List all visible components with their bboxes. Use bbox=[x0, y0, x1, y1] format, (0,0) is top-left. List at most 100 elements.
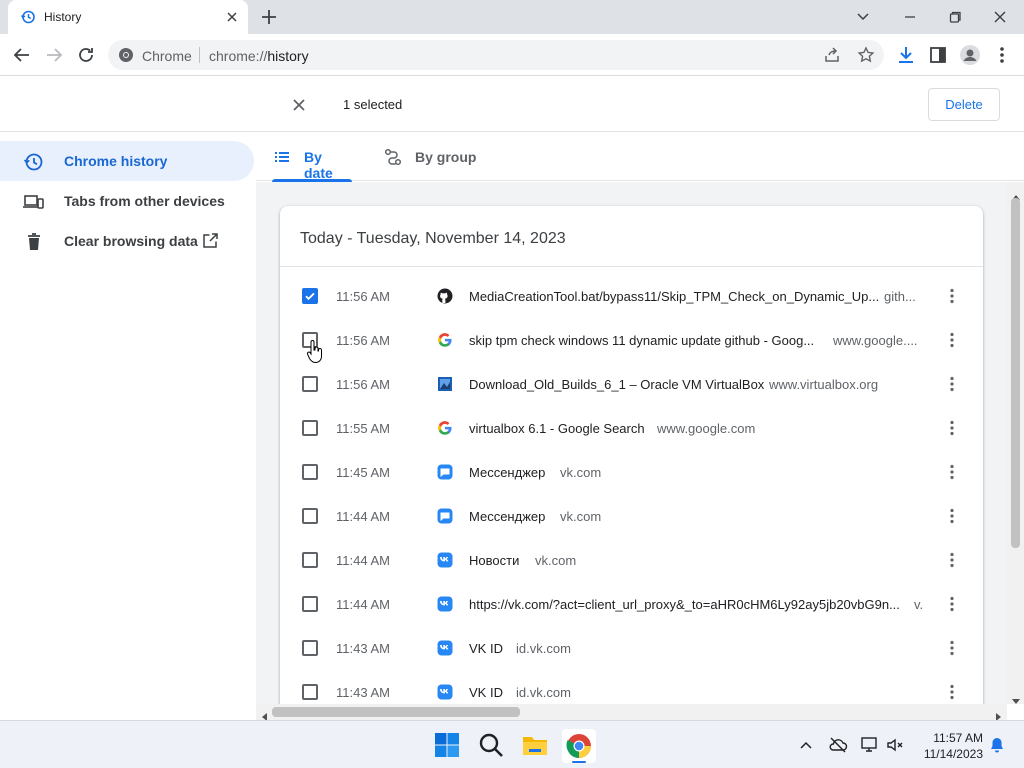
volume-muted-icon[interactable] bbox=[885, 735, 905, 760]
row-checkbox[interactable] bbox=[302, 288, 318, 304]
back-arrow-icon[interactable] bbox=[10, 43, 34, 67]
history-row[interactable]: 11:44 AM https://vk.com/?act=client_url_p… bbox=[280, 583, 983, 627]
page-title-link[interactable]: VK ID bbox=[469, 685, 503, 700]
github-icon bbox=[437, 288, 453, 304]
sidebar-item-tabs-other-devices[interactable]: Tabs from other devices bbox=[0, 181, 254, 221]
page-domain: vk.com bbox=[535, 553, 577, 568]
profile-avatar-icon[interactable] bbox=[958, 43, 982, 67]
vertical-scroll-thumb[interactable] bbox=[1011, 198, 1020, 548]
row-checkbox[interactable] bbox=[302, 684, 318, 700]
row-checkbox[interactable] bbox=[302, 640, 318, 656]
browser-tab-history[interactable]: History bbox=[8, 0, 248, 34]
vertical-scrollbar[interactable] bbox=[1007, 182, 1024, 704]
page-domain: id.vk.com bbox=[516, 685, 571, 700]
windows-start-icon[interactable] bbox=[432, 730, 462, 760]
chrome-taskbar-icon[interactable] bbox=[562, 729, 596, 763]
new-tab-icon[interactable] bbox=[258, 6, 280, 28]
sidebar-item-clear-browsing-data[interactable]: Clear browsing data bbox=[0, 221, 254, 261]
history-row[interactable]: 11:43 AM VK ID id.vk.com bbox=[280, 627, 983, 671]
sidebar-item-label: Tabs from other devices bbox=[64, 193, 225, 209]
page-title-link[interactable]: VK ID bbox=[469, 641, 503, 656]
chevron-up-icon[interactable] bbox=[798, 737, 814, 758]
more-actions-icon[interactable] bbox=[942, 682, 962, 702]
visit-time: 11:44 AM bbox=[336, 553, 390, 568]
file-explorer-icon[interactable] bbox=[520, 730, 550, 760]
taskbar-time[interactable]: 11:57 AM bbox=[927, 731, 983, 745]
clear-selection-icon[interactable] bbox=[288, 94, 310, 116]
tab-label: By group bbox=[415, 149, 477, 165]
tab-by-date[interactable]: By date bbox=[272, 133, 352, 182]
network-icon[interactable] bbox=[860, 735, 880, 760]
notification-bell-icon[interactable] bbox=[988, 736, 1006, 759]
scroll-down-arrow-icon[interactable] bbox=[1012, 692, 1020, 710]
page-title-link[interactable]: Мессенджер bbox=[469, 465, 545, 480]
delete-button[interactable]: Delete bbox=[928, 88, 1000, 121]
tab-title: History bbox=[44, 10, 82, 24]
visit-time: 11:43 AM bbox=[336, 641, 390, 656]
vk-messenger-icon bbox=[437, 508, 453, 524]
row-checkbox[interactable] bbox=[302, 464, 318, 480]
sidebar-item-chrome-history[interactable]: Chrome history bbox=[0, 141, 254, 181]
history-row[interactable]: 11:55 AM virtualbox 6.1 - Google Search ww… bbox=[280, 407, 983, 451]
page-title-link[interactable]: Новости bbox=[469, 553, 519, 568]
close-window-icon[interactable] bbox=[987, 4, 1013, 30]
share-icon[interactable] bbox=[823, 46, 841, 69]
close-tab-icon[interactable] bbox=[222, 7, 242, 27]
page-title-link[interactable]: MediaCreationTool.bat/bypass11/Skip_TPM_… bbox=[469, 289, 879, 304]
visit-time: 11:56 AM bbox=[336, 289, 390, 304]
more-actions-icon[interactable] bbox=[942, 550, 962, 570]
more-actions-icon[interactable] bbox=[942, 594, 962, 614]
address-bar[interactable]: Chrome chrome://history bbox=[108, 40, 884, 70]
horizontal-scrollbar[interactable] bbox=[256, 704, 1007, 721]
page-title-link[interactable]: virtualbox 6.1 - Google Search bbox=[469, 421, 645, 436]
history-row[interactable]: 11:44 AM Мессенджер vk.com bbox=[280, 495, 983, 539]
bookmark-star-icon[interactable] bbox=[857, 46, 875, 69]
page-title-link[interactable]: https://vk.com/?act=client_url_proxy&_to… bbox=[469, 597, 900, 612]
more-actions-icon[interactable] bbox=[942, 418, 962, 438]
history-row[interactable]: 11:45 AM Мессенджер vk.com bbox=[280, 451, 983, 495]
tab-search-chevron-icon[interactable] bbox=[850, 4, 876, 30]
page-title-link[interactable]: skip tpm check windows 11 dynamic update… bbox=[469, 333, 814, 348]
row-checkbox[interactable] bbox=[302, 552, 318, 568]
download-icon[interactable] bbox=[894, 43, 918, 67]
history-row[interactable]: 11:56 AM skip tpm check windows 11 dynami… bbox=[280, 319, 983, 363]
taskbar-date[interactable]: 11/14/2023 bbox=[917, 747, 983, 761]
more-actions-icon[interactable] bbox=[942, 638, 962, 658]
horizontal-scroll-thumb[interactable] bbox=[272, 707, 520, 717]
restore-icon[interactable] bbox=[942, 4, 968, 30]
row-checkbox[interactable] bbox=[302, 420, 318, 436]
row-checkbox[interactable] bbox=[302, 376, 318, 392]
row-checkbox[interactable] bbox=[302, 596, 318, 612]
row-checkbox[interactable] bbox=[302, 508, 318, 524]
side-panel-icon[interactable] bbox=[926, 43, 950, 67]
reload-icon[interactable] bbox=[74, 43, 98, 67]
search-icon[interactable] bbox=[476, 730, 506, 760]
minimize-icon[interactable] bbox=[897, 4, 923, 30]
history-row[interactable]: 11:43 AM VK ID id.vk.com bbox=[280, 671, 983, 704]
tab-label: By date bbox=[304, 149, 333, 181]
page-domain: id.vk.com bbox=[516, 641, 571, 656]
history-row[interactable]: 11:56 AM MediaCreationTool.bat/bypass11/S… bbox=[280, 275, 983, 319]
more-menu-icon[interactable] bbox=[990, 43, 1014, 67]
page-title-link[interactable]: Download_Old_Builds_6_1 – Oracle VM Virt… bbox=[469, 377, 764, 392]
page-domain: gith... bbox=[884, 289, 916, 304]
history-row[interactable]: 11:56 AM Download_Old_Builds_6_1 – Oracle… bbox=[280, 363, 983, 407]
browser-toolbar: Chrome chrome://history bbox=[0, 34, 1024, 76]
history-icon bbox=[22, 151, 44, 173]
sidebar-item-label: Clear browsing data bbox=[64, 233, 198, 249]
more-actions-icon[interactable] bbox=[942, 374, 962, 394]
omnibox-separator bbox=[199, 47, 200, 63]
more-actions-icon[interactable] bbox=[942, 506, 962, 526]
header-divider bbox=[280, 266, 983, 267]
hand-cursor-icon bbox=[306, 340, 324, 369]
page-domain: www.google.com bbox=[657, 421, 756, 436]
more-actions-icon[interactable] bbox=[942, 462, 962, 482]
google-icon bbox=[437, 332, 453, 348]
forward-arrow-icon[interactable] bbox=[42, 43, 66, 67]
history-row[interactable]: 11:44 AM Новости vk.com bbox=[280, 539, 983, 583]
page-title-link[interactable]: Мессенджер bbox=[469, 509, 545, 524]
tab-by-group[interactable]: By group bbox=[384, 133, 484, 181]
more-actions-icon[interactable] bbox=[942, 286, 962, 306]
more-actions-icon[interactable] bbox=[942, 330, 962, 350]
onedrive-offline-icon[interactable] bbox=[828, 735, 848, 760]
